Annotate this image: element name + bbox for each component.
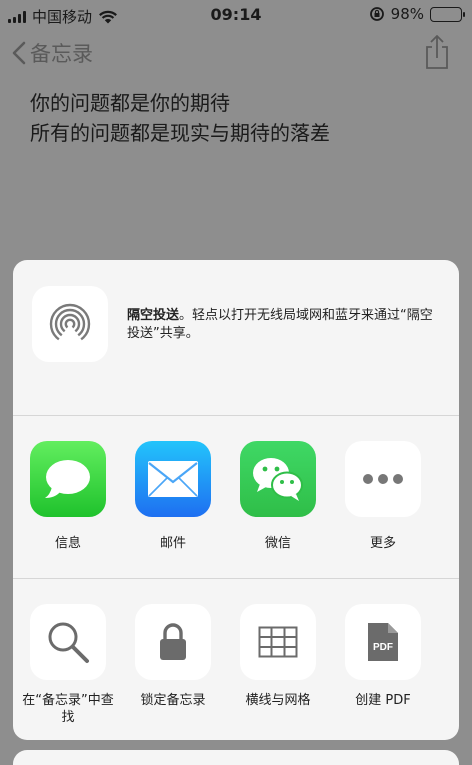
share-app-mail[interactable]: 邮件: [121, 441, 225, 552]
more-icon: [345, 441, 421, 517]
nav-bar: 备忘录: [0, 32, 472, 76]
share-icon[interactable]: [424, 34, 450, 70]
status-bar: 中国移动 09:14 98%: [0, 0, 472, 30]
airdrop-icon[interactable]: [32, 286, 108, 362]
action-lock-note[interactable]: 锁定备忘录: [121, 604, 225, 709]
action-label: 创建 PDF: [355, 693, 411, 708]
action-find-in-notes[interactable]: 在“备忘录”中查找: [16, 604, 120, 726]
share-actions-row: 在“备忘录”中查找 锁定备忘录 横线与网格 PDF 创建 PDF: [13, 580, 459, 740]
lock-icon: [135, 604, 211, 680]
back-label: 备忘录: [30, 42, 93, 66]
share-app-label: 邮件: [159, 536, 186, 551]
battery-icon: [430, 6, 465, 22]
note-line: 所有的问题都是现实与期待的落差: [30, 121, 330, 145]
share-apps-row: 信息 邮件 微信 更多: [13, 417, 459, 579]
share-app-wechat[interactable]: 微信: [226, 441, 330, 552]
battery-percent: 98%: [390, 5, 424, 23]
airdrop-description: 隔空投送。轻点以打开无线局域网和蓝牙来通过“隔空投送”共享。: [127, 307, 437, 343]
share-app-more[interactable]: 更多: [331, 441, 435, 552]
pdf-icon: PDF: [345, 604, 421, 680]
wechat-icon: [240, 441, 316, 517]
chevron-left-icon: [12, 41, 26, 65]
grid-icon: [240, 604, 316, 680]
share-app-messages[interactable]: 信息: [16, 441, 120, 552]
pdf-badge: PDF: [373, 642, 393, 653]
status-right: 98%: [369, 5, 465, 23]
action-label: 横线与网格: [245, 693, 311, 708]
action-label: 在“备忘录”中查找: [22, 693, 114, 725]
share-app-label: 更多: [369, 536, 396, 551]
action-label: 锁定备忘录: [140, 693, 206, 708]
note-line: 你的问题都是你的期待: [30, 91, 230, 115]
action-lines-grids[interactable]: 横线与网格: [226, 604, 330, 709]
airdrop-title: 隔空投送: [127, 308, 180, 323]
back-button[interactable]: 备忘录: [12, 38, 93, 68]
share-app-label: 微信: [264, 536, 291, 551]
action-create-pdf[interactable]: PDF 创建 PDF: [331, 604, 435, 709]
airdrop-row[interactable]: 隔空投送。轻点以打开无线局域网和蓝牙来通过“隔空投送”共享。: [13, 260, 459, 416]
rotation-lock-icon: [369, 7, 384, 21]
cancel-sheet[interactable]: [13, 750, 459, 765]
mail-icon: [135, 441, 211, 517]
search-icon: [30, 604, 106, 680]
note-content: 你的问题都是你的期待 所有的问题都是现实与期待的落差: [30, 88, 330, 148]
share-app-label: 信息: [54, 536, 81, 551]
messages-icon: [30, 441, 106, 517]
share-sheet: 隔空投送。轻点以打开无线局域网和蓝牙来通过“隔空投送”共享。 信息 邮件 微信 …: [13, 260, 459, 740]
